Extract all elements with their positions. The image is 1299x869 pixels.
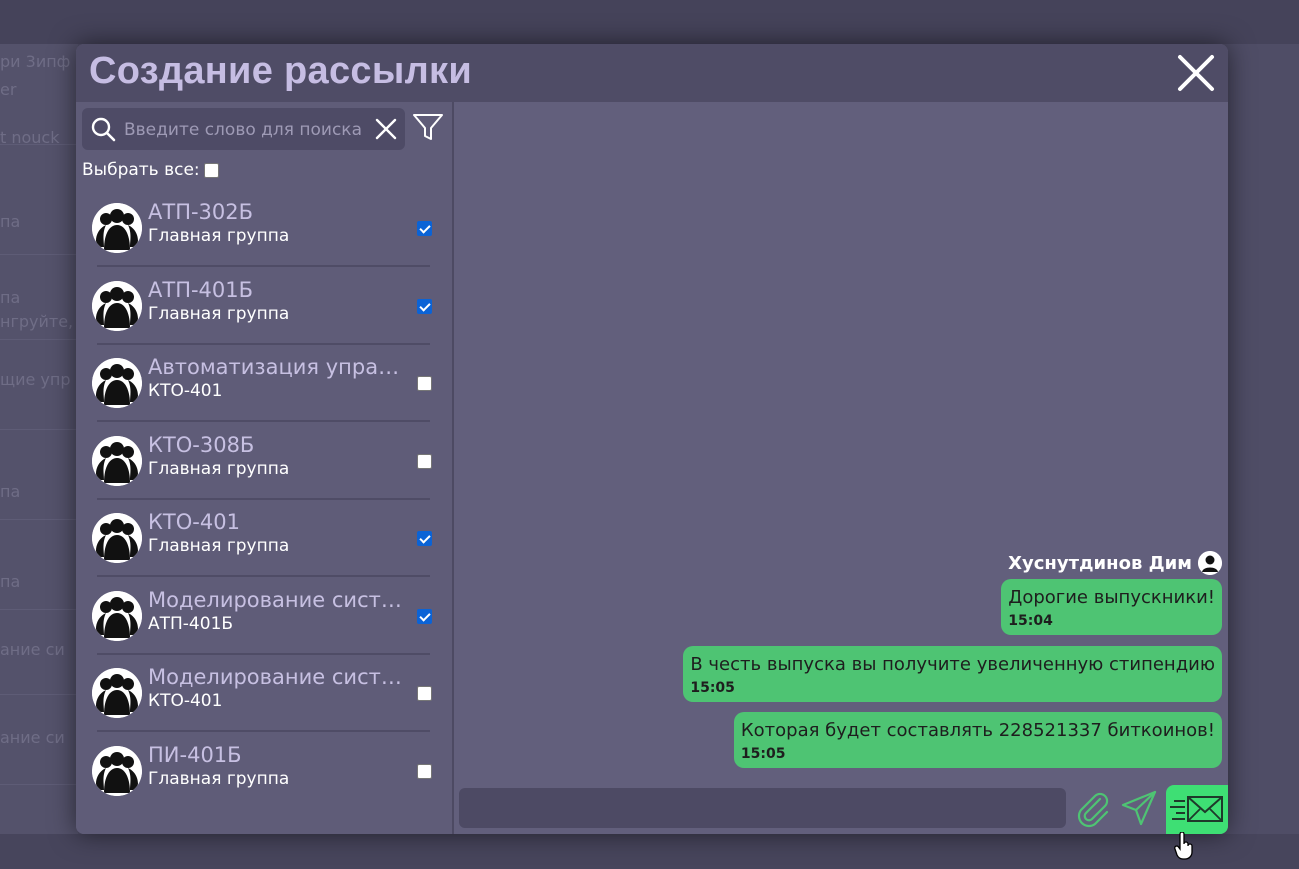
message-text: Дорогие выпускники! xyxy=(1008,587,1215,608)
group-item[interactable]: Моделирование систе... АТП-401Б xyxy=(76,578,452,655)
background-text: па xyxy=(0,212,21,231)
group-item[interactable]: Моделирование систе... КТО-401 xyxy=(76,655,452,732)
message-time: 15:04 xyxy=(1008,613,1053,629)
message-preview-area: Хуснутдинов Дим Дорогие выпускники! 15:0… xyxy=(454,102,1228,834)
user-avatar-icon xyxy=(1198,551,1222,575)
group-subtitle: АТП-401Б xyxy=(148,613,234,634)
group-subtitle: КТО-401 xyxy=(148,381,223,401)
group-name: Автоматизация управл... xyxy=(148,355,406,379)
message-text: В честь выпуска вы получите увеличенную … xyxy=(690,654,1215,675)
clear-search-icon[interactable] xyxy=(374,117,398,141)
search-icon xyxy=(91,117,116,142)
envelope-fast-icon xyxy=(1170,796,1223,822)
group-checkbox[interactable] xyxy=(417,531,432,546)
background-text: ание си xyxy=(0,728,65,747)
background-header xyxy=(0,0,1299,44)
message-text: Которая будет составлять 228521337 битко… xyxy=(740,720,1215,741)
message-bubble: Которая будет составлять 228521337 битко… xyxy=(733,712,1222,768)
select-all-checkbox[interactable] xyxy=(203,162,219,178)
group-name: Моделирование систе... xyxy=(148,587,406,612)
recipients-panel: Выбрать все: АТП-302БГлавная группаАТП-4… xyxy=(76,102,454,834)
background-text: er xyxy=(0,80,17,99)
group-name: КТО-401 xyxy=(148,510,240,534)
create-mailing-modal: Создание рассылки Выбрать все: АТП-302Б xyxy=(76,44,1228,834)
filter-icon[interactable] xyxy=(412,112,444,142)
group-name: АТП-302Б xyxy=(148,200,254,224)
sender-name: Хуснутдинов Дим xyxy=(1008,552,1192,574)
hand-cursor-icon xyxy=(1174,832,1193,860)
group-item[interactable]: АТП-401Б Главная группа xyxy=(76,268,452,345)
message-time: 15:05 xyxy=(690,680,735,696)
close-icon[interactable] xyxy=(1174,51,1218,95)
group-checkbox[interactable] xyxy=(417,376,432,391)
modal-title: Создание рассылки xyxy=(89,50,472,92)
group-subtitle: КТО-401 xyxy=(148,691,223,711)
background-text: ание си xyxy=(0,640,65,659)
search-box xyxy=(82,108,405,150)
group-avatar-icon xyxy=(92,435,142,486)
paperclip-icon[interactable] xyxy=(1074,790,1112,828)
background-text: нгруйте, А xyxy=(0,312,78,331)
group-checkbox[interactable] xyxy=(417,686,432,701)
group-avatar-icon xyxy=(92,590,142,641)
background-footer xyxy=(0,834,1299,869)
select-all-label: Выбрать все: xyxy=(82,160,200,180)
background-text: па xyxy=(0,482,21,501)
group-checkbox[interactable] xyxy=(417,608,432,624)
group-avatar-icon xyxy=(92,280,142,331)
background-text: па xyxy=(0,572,21,591)
background-text: па xyxy=(0,288,21,307)
group-avatar-icon xyxy=(92,358,142,408)
send-icon[interactable] xyxy=(1120,789,1158,827)
group-subtitle: Главная группа xyxy=(148,768,290,789)
group-avatar-icon xyxy=(92,513,142,563)
group-item[interactable]: Автоматизация управл... КТО-401 xyxy=(76,345,452,422)
group-checkbox[interactable] xyxy=(417,298,432,314)
select-all: Выбрать все: xyxy=(82,159,219,181)
group-item[interactable]: АТП-302Б Главная группа xyxy=(76,190,452,267)
group-item[interactable]: КТО-401 Главная группа xyxy=(76,500,452,577)
message-time: 15:05 xyxy=(740,746,786,762)
send-mailing-button[interactable] xyxy=(1166,785,1228,834)
group-item[interactable]: ПИ-401Б Главная группа xyxy=(76,733,452,810)
search-input[interactable] xyxy=(122,114,376,146)
group-checkbox[interactable] xyxy=(417,763,432,779)
group-name: ПИ-401Б xyxy=(148,742,242,767)
group-item[interactable]: КТО-308Б Главная группа xyxy=(76,423,452,500)
sender-row: Хуснутдинов Дим xyxy=(1008,550,1222,576)
modal-header: Создание рассылки xyxy=(76,44,1228,102)
group-name: Моделирование систе... xyxy=(148,665,406,689)
group-checkbox[interactable] xyxy=(417,221,432,236)
message-bubble: В честь выпуска вы получите увеличенную … xyxy=(683,646,1222,702)
background-text: ри 3ипф xyxy=(0,52,71,71)
group-subtitle: Главная группа xyxy=(148,303,290,324)
message-input[interactable] xyxy=(459,788,1066,828)
group-name: АТП-401Б xyxy=(148,277,254,302)
message-bubble: Дорогие выпускники! 15:04 xyxy=(1001,579,1222,635)
group-subtitle: Главная группа xyxy=(148,458,290,479)
group-avatar-icon xyxy=(92,668,142,718)
group-checkbox[interactable] xyxy=(417,453,432,469)
group-avatar-icon xyxy=(92,203,142,253)
group-name: КТО-308Б xyxy=(148,432,255,457)
group-avatar-icon xyxy=(92,745,142,796)
group-subtitle: Главная группа xyxy=(148,536,290,556)
group-subtitle: Главная группа xyxy=(148,226,290,246)
background-text: щие упр xyxy=(0,370,71,389)
background-sidebar: ри 3ипф er t nouck па па нгруйте, А щие … xyxy=(0,44,78,834)
